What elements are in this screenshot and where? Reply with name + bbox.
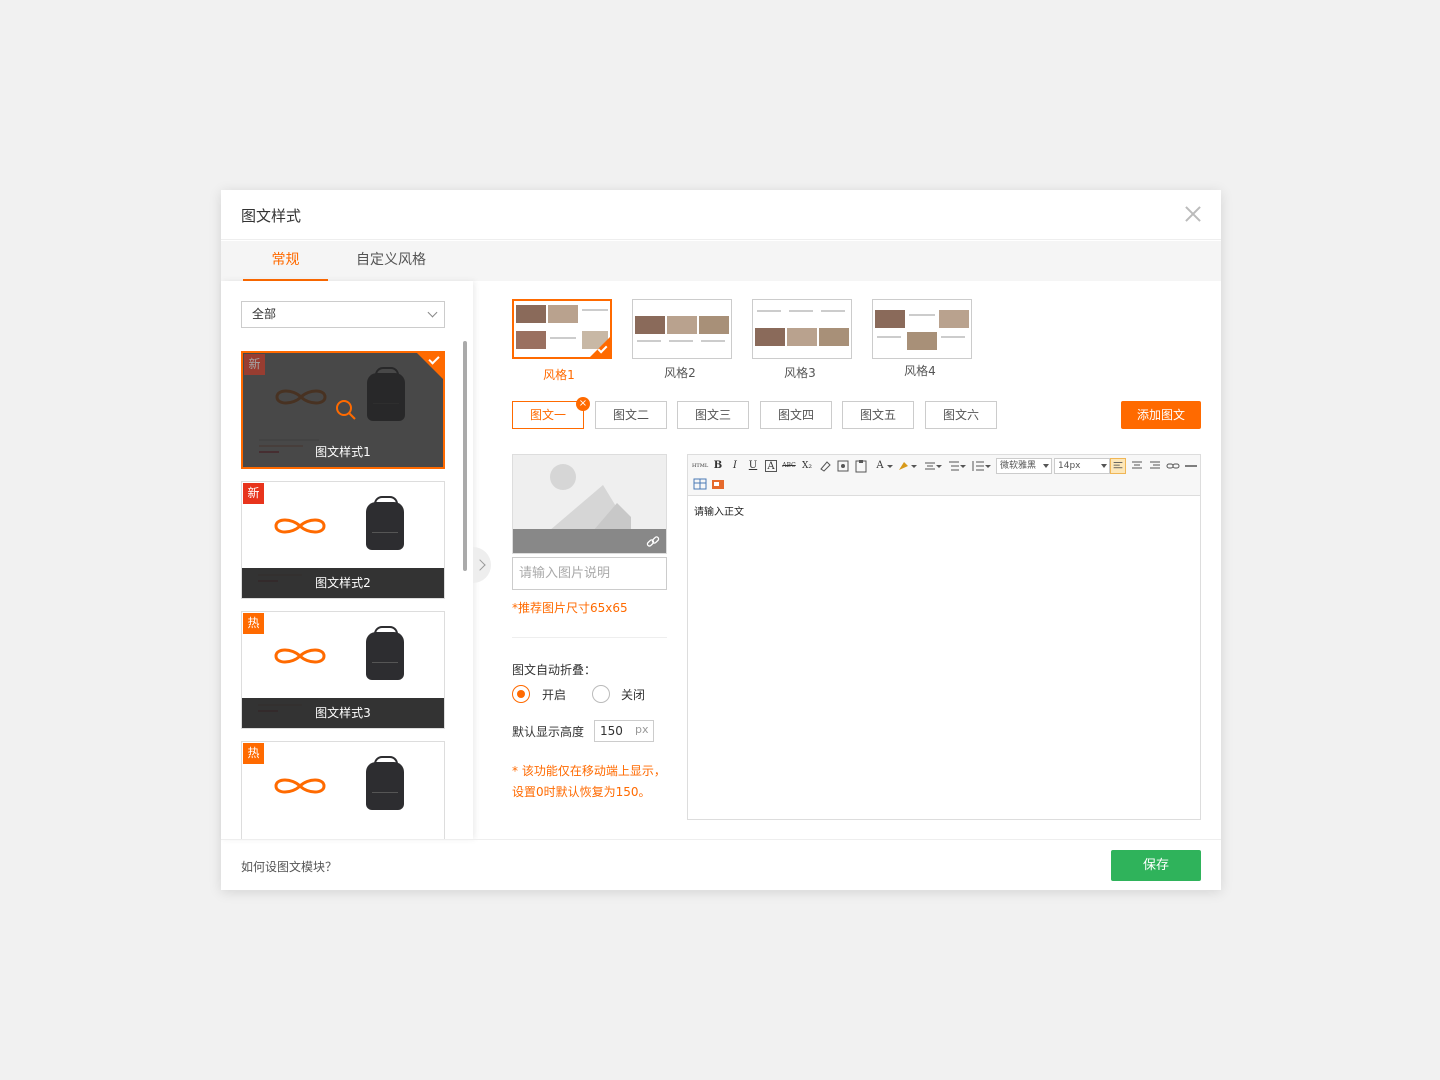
eraser-icon[interactable]: [817, 458, 833, 474]
link-icon[interactable]: [1165, 458, 1181, 474]
card-caption: 图文样式2: [242, 568, 444, 598]
item-tab-5[interactable]: 图文五: [842, 401, 914, 429]
align-center-icon[interactable]: [1129, 458, 1145, 474]
divider: [512, 637, 667, 638]
item-tab-1[interactable]: 图文一: [512, 401, 584, 429]
tab-bar: 常规 自定义风格: [221, 241, 1221, 281]
style-label-1[interactable]: 风格1: [509, 366, 609, 383]
caret-down-icon[interactable]: [959, 458, 967, 474]
style-card-3[interactable]: 热 图文样式3: [241, 611, 445, 729]
chevron-down-icon: [427, 307, 438, 318]
rope-product-image: [274, 778, 326, 794]
style-3-preview: [755, 310, 849, 346]
backpack-product-image: [366, 756, 404, 810]
link-icon[interactable]: [646, 535, 660, 549]
editor-toolbar: HTML B I U A ABC X₂ A 微软雅黑 14px: [688, 455, 1200, 496]
style-thumb-3[interactable]: [752, 299, 852, 359]
default-height-label: 默认显示高度: [512, 725, 585, 739]
dialog-header: 图文样式: [221, 190, 1221, 240]
style-2-preview: [635, 316, 729, 342]
item-tab-4[interactable]: 图文四: [760, 401, 832, 429]
hot-badge: 热: [243, 743, 264, 764]
style-thumb-4[interactable]: [872, 299, 972, 359]
rope-product-image: [274, 648, 326, 664]
card-caption: 图文样式3: [242, 698, 444, 728]
fold-note: * 该功能仅在移动端上显示，设置0时默认恢复为150。: [512, 764, 666, 799]
italic-icon[interactable]: I: [727, 458, 743, 474]
style-label-2[interactable]: 风格2: [630, 364, 730, 381]
image-upload[interactable]: [512, 454, 667, 554]
style-4-preview: [875, 310, 969, 350]
height-unit: px: [635, 723, 649, 736]
card-caption: 图文样式1: [315, 445, 371, 459]
table-icon[interactable]: [692, 476, 708, 492]
hot-badge: 热: [243, 613, 264, 634]
tab-general[interactable]: 常规: [243, 241, 328, 281]
image-action-bar: [513, 529, 666, 553]
caret-down-icon[interactable]: [910, 458, 918, 474]
item-tab-3[interactable]: 图文三: [677, 401, 749, 429]
category-select[interactable]: 全部: [241, 301, 445, 328]
subscript-icon[interactable]: X₂: [799, 458, 815, 474]
item-tab-2[interactable]: 图文二: [595, 401, 667, 429]
fold-off-radio[interactable]: [592, 685, 610, 703]
font-size-select[interactable]: 14px: [1054, 458, 1110, 474]
fold-on-label[interactable]: 开启: [542, 686, 566, 703]
auto-fold-title: 图文自动折叠：: [512, 663, 597, 677]
caret-down-icon[interactable]: [935, 458, 943, 474]
fold-off-label[interactable]: 关闭: [621, 686, 645, 703]
scrollbar[interactable]: [463, 341, 467, 571]
style-card-1[interactable]: 新 图文样式1: [241, 351, 445, 469]
rich-text-editor[interactable]: HTML B I U A ABC X₂ A 微软雅黑 14px 请输入正文: [687, 454, 1201, 820]
image-insert-icon[interactable]: [710, 476, 726, 492]
image-caption-input[interactable]: 请输入图片说明: [512, 557, 667, 590]
help-link[interactable]: 如何设图文模块？: [241, 858, 337, 875]
rope-product-image: [274, 518, 326, 534]
panel-collapse-handle[interactable]: [473, 547, 491, 583]
editor-content[interactable]: 请输入正文: [694, 503, 744, 518]
zoom-icon[interactable]: [335, 399, 357, 421]
align-left-icon[interactable]: [1110, 458, 1126, 474]
align-right-icon[interactable]: [1147, 458, 1163, 474]
font-border-icon[interactable]: A: [765, 460, 777, 472]
backpack-product-image: [366, 496, 404, 550]
dialog-footer: 如何设图文模块？ 保存: [221, 839, 1221, 890]
style-label-4[interactable]: 风格4: [870, 362, 970, 379]
underline-icon[interactable]: U: [745, 458, 761, 474]
image-placeholder-icon: [549, 464, 631, 531]
dialog-title: 图文样式: [241, 207, 302, 225]
item-delete-icon[interactable]: ×: [576, 397, 590, 411]
caret-down-icon[interactable]: [984, 458, 992, 474]
style-dialog: 图文样式 常规 自定义风格 全部 新 图文样式1 新 图文样式2 热 图文样式3…: [221, 190, 1221, 890]
bold-icon[interactable]: B: [710, 458, 726, 474]
style-label-3[interactable]: 风格3: [750, 364, 850, 381]
add-item-button[interactable]: 添加图文: [1121, 401, 1201, 429]
paste-icon[interactable]: [853, 458, 869, 474]
save-button[interactable]: 保存: [1111, 850, 1201, 881]
category-select-value: 全部: [252, 307, 277, 321]
style-card-4[interactable]: 热: [241, 741, 445, 839]
fold-on-radio[interactable]: [512, 685, 530, 703]
horizontal-rule-icon[interactable]: [1183, 458, 1199, 474]
new-badge: 新: [244, 354, 265, 375]
style-card-2[interactable]: 新 图文样式2: [241, 481, 445, 599]
backpack-product-image: [366, 626, 404, 680]
format-icon[interactable]: [835, 458, 851, 474]
tab-custom-style[interactable]: 自定义风格: [347, 241, 435, 281]
item-tab-6[interactable]: 图文六: [925, 401, 997, 429]
new-badge: 新: [243, 483, 264, 504]
strikethrough-icon[interactable]: ABC: [781, 458, 797, 474]
style-thumb-2[interactable]: [632, 299, 732, 359]
close-icon[interactable]: [1183, 204, 1203, 224]
image-size-hint: *推荐图片尺寸65x65: [512, 601, 628, 615]
caret-down-icon[interactable]: [886, 458, 894, 474]
html-icon[interactable]: HTML: [692, 458, 708, 474]
style-list-panel: 全部 新 图文样式1 新 图文样式2 热 图文样式3 热: [221, 281, 473, 839]
font-family-select[interactable]: 微软雅黑: [996, 458, 1052, 474]
style-thumb-1[interactable]: [512, 299, 612, 359]
